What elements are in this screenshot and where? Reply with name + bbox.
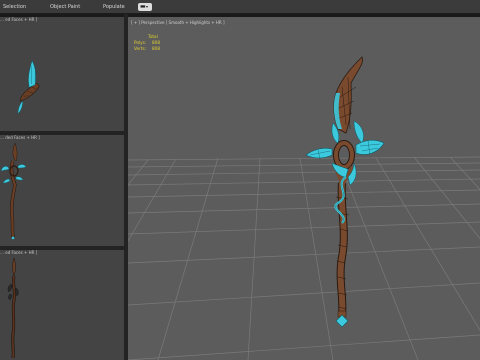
ribbon-tab-selection[interactable]: Selection bbox=[3, 0, 26, 14]
ribbon-tab-populate[interactable]: Populate bbox=[103, 0, 125, 14]
ribbon-tab-object-paint[interactable]: Object Paint bbox=[50, 0, 80, 14]
ribbon-options-dropdown[interactable]: ▬ ▾ bbox=[138, 3, 152, 11]
viewport-left[interactable]: … ed Faces + HR ] bbox=[0, 250, 124, 360]
viewport-top-canvas bbox=[17, 59, 40, 115]
staff-model-left bbox=[7, 257, 19, 359]
viewport-top[interactable]: … ed Faces + HR ] bbox=[0, 17, 124, 131]
viewport-front-canvas bbox=[0, 142, 27, 240]
ground-grid bbox=[128, 156, 480, 360]
viewport-perspective-canvas bbox=[128, 56, 480, 360]
viewport-front[interactable]: … ded Faces + HR ] bbox=[0, 135, 124, 246]
staff-model-top bbox=[17, 59, 40, 115]
viewport-left-canvas bbox=[7, 257, 19, 359]
stats-verts-label: Verts: bbox=[134, 46, 147, 51]
viewport-perspective-label[interactable]: [ + ] Perspective ] Smooth + Highlights … bbox=[131, 20, 225, 26]
chevron-down-icon: ▾ bbox=[146, 4, 149, 9]
viewport-perspective[interactable]: [ + ] Perspective ] Smooth + Highlights … bbox=[128, 17, 480, 360]
stats-verts-value: 808 bbox=[152, 46, 160, 51]
ribbon-options-icon: ▬ bbox=[140, 3, 146, 10]
ribbon-bar: Selection Object Paint Populate ▬ ▾ bbox=[0, 0, 480, 14]
staff-model-front bbox=[0, 142, 27, 240]
